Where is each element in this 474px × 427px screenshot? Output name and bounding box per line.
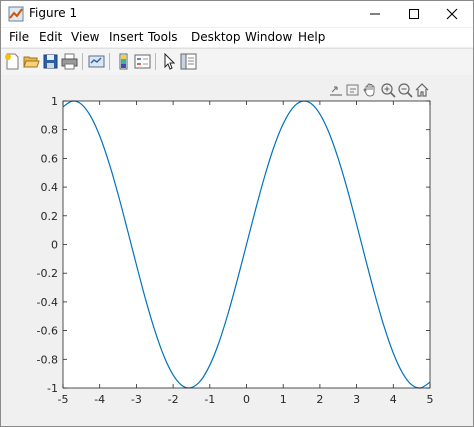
line-chart: -5 -4 -3 -2 -1 0 1 2 3 4 5 1 0.8 0.6 0.4 0.2 0 -0.2 -0.4 -0… (37, 95, 434, 406)
toolbar-separator (155, 53, 156, 70)
figure-canvas: -5 -4 -3 -2 -1 0 1 2 3 4 5 1 0.8 0.6 0.4 0.2 0 -0.2 -0.4 -0… (1, 75, 473, 426)
menu-view[interactable]: View (71, 30, 99, 44)
export-icon[interactable] (328, 82, 344, 98)
x-tick-label: 2 (316, 393, 323, 406)
edit-plot-icon[interactable] (161, 53, 178, 70)
y-tick-label: 0 (51, 239, 58, 252)
window-title: Figure 1 (29, 6, 78, 20)
y-tick-label: 0.2 (41, 210, 59, 223)
zoom-in-icon[interactable] (380, 82, 396, 98)
y-tick-label: 0.8 (41, 124, 59, 137)
save-icon[interactable] (42, 53, 59, 70)
x-tick-label: -1 (204, 393, 215, 406)
y-tick-label: -0.6 (37, 325, 58, 338)
menu-file[interactable]: File (9, 30, 29, 44)
maximize-icon (409, 9, 419, 19)
legend-icon[interactable] (134, 53, 151, 70)
zoom-out-icon[interactable] (397, 82, 413, 98)
close-icon (446, 8, 458, 20)
y-tick-label: 1 (51, 95, 58, 108)
toolbar-separator (109, 53, 110, 70)
open-file-icon[interactable] (23, 53, 40, 70)
x-tick-label: 4 (390, 393, 397, 406)
menu-edit[interactable]: Edit (39, 30, 62, 44)
property-inspector-icon[interactable] (180, 53, 197, 70)
menu-desktop[interactable]: Desktop (191, 30, 241, 44)
y-tick-label: -0.4 (37, 296, 58, 309)
y-tick-label: -0.2 (37, 267, 58, 280)
x-tick-label: -4 (94, 393, 105, 406)
print-icon[interactable] (61, 53, 78, 70)
y-tick-label: -1 (47, 382, 58, 395)
y-tick-label: -0.8 (37, 353, 58, 366)
x-tick-label: -2 (168, 393, 179, 406)
title-bar: Figure 1 (1, 1, 473, 27)
x-tick-label: 3 (353, 393, 360, 406)
x-tick-label: 0 (243, 393, 250, 406)
x-tick-label: 5 (427, 393, 434, 406)
figure-window: Figure 1 File Edit View Insert Tools Des… (0, 0, 474, 427)
colorbar-icon[interactable] (115, 53, 132, 70)
menu-tools[interactable]: Tools (148, 30, 178, 44)
menu-window[interactable]: Window (245, 30, 292, 44)
toolbar-separator (82, 53, 83, 70)
minimize-icon (370, 13, 380, 15)
x-tick-label: -3 (131, 393, 142, 406)
axes-toolbar (328, 81, 432, 99)
x-tick-label: -5 (58, 393, 69, 406)
new-figure-icon[interactable] (4, 53, 21, 70)
menu-help[interactable]: Help (298, 30, 325, 44)
brush-icon[interactable] (345, 82, 361, 98)
x-tick-label: 1 (280, 393, 287, 406)
menu-insert[interactable]: Insert (109, 30, 143, 44)
matlab-icon (8, 6, 24, 22)
menu-bar: File Edit View Insert Tools Desktop Wind… (1, 28, 473, 47)
figure-toolbar (1, 48, 473, 76)
y-tick-label: 0.4 (41, 181, 59, 194)
close-button[interactable] (432, 1, 474, 27)
y-tick-label: 0.6 (41, 152, 59, 165)
home-icon[interactable] (414, 82, 430, 98)
pan-icon[interactable] (362, 82, 378, 98)
link-plot-icon[interactable] (88, 53, 105, 70)
